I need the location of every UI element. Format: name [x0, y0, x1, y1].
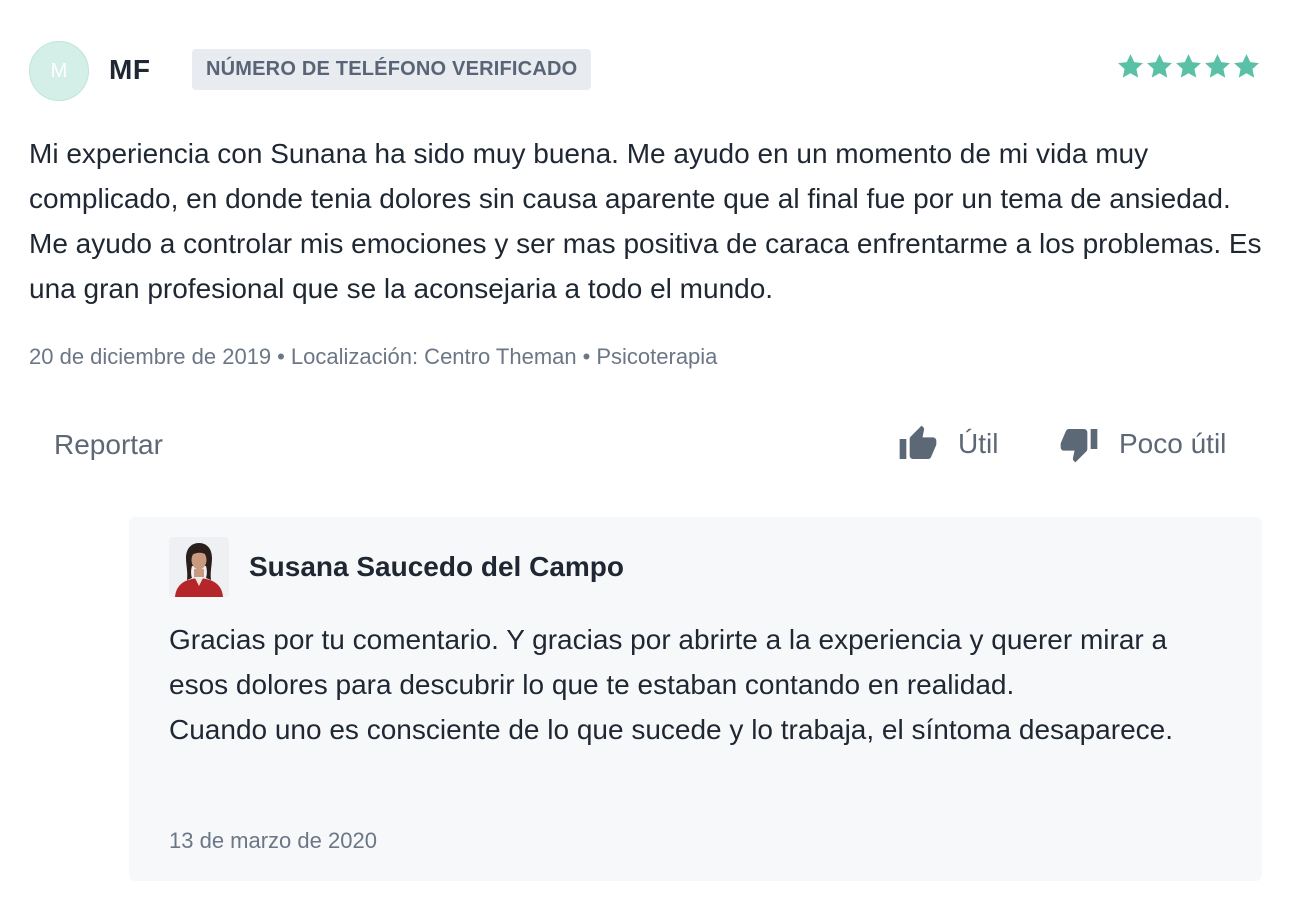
star-icon: [1147, 54, 1172, 78]
review-text: Mi experiencia con Sunana ha sido muy bu…: [29, 138, 1262, 304]
professional-reply: Susana Saucedo del Campo Gracias por tu …: [129, 517, 1262, 881]
star-icon: [1234, 54, 1259, 78]
reviewer-name: MF: [109, 54, 151, 85]
reply-text: Gracias por tu comentario. Y gracias por…: [169, 617, 1229, 752]
not-useful-label: Poco útil: [1119, 428, 1227, 459]
verified-badge-label: NÚMERO DE TELÉFONO VERIFICADO: [206, 58, 578, 80]
separator-dot: •: [277, 344, 285, 369]
rating-stars: [1116, 52, 1261, 81]
review-date: 20 de diciembre de 2019: [29, 344, 272, 369]
reply-paragraph: Gracias por tu comentario. Y gracias por…: [169, 624, 1168, 700]
reply-date: 13 de marzo de 2020: [169, 828, 377, 853]
doctor-portrait-icon: [169, 537, 229, 597]
useful-button[interactable]: Útil: [898, 424, 998, 464]
reply-author: Susana Saucedo del Campo: [249, 551, 624, 582]
verified-badge: NÚMERO DE TELÉFONO VERIFICADO: [192, 49, 592, 90]
useful-label: Útil: [958, 428, 999, 459]
thumbs-down-icon: [1060, 429, 1098, 463]
star-icon: [1118, 54, 1143, 78]
review-card: M MF NÚMERO DE TELÉFONO VERIFICADO Mi ex…: [0, 0, 1292, 908]
reviewer-avatar: M: [29, 41, 89, 101]
report-link[interactable]: Reportar: [54, 429, 163, 461]
avatar-initial: M: [50, 59, 68, 82]
star-icon: [1205, 54, 1230, 78]
doctor-photo: [169, 537, 229, 597]
review-service: Psicoterapia: [596, 344, 718, 369]
separator-dot: •: [582, 344, 591, 369]
thumbs-up-icon: [899, 425, 937, 459]
review-meta: 20 de diciembre de 2019 • Localización: Ce…: [29, 344, 717, 370]
star-icon: [1176, 54, 1201, 78]
reply-paragraph: Cuando uno es consciente de lo que suced…: [169, 714, 1173, 745]
review-location: Localización: Centro Theman: [290, 344, 577, 369]
not-useful-button[interactable]: Poco útil: [1059, 424, 1226, 464]
